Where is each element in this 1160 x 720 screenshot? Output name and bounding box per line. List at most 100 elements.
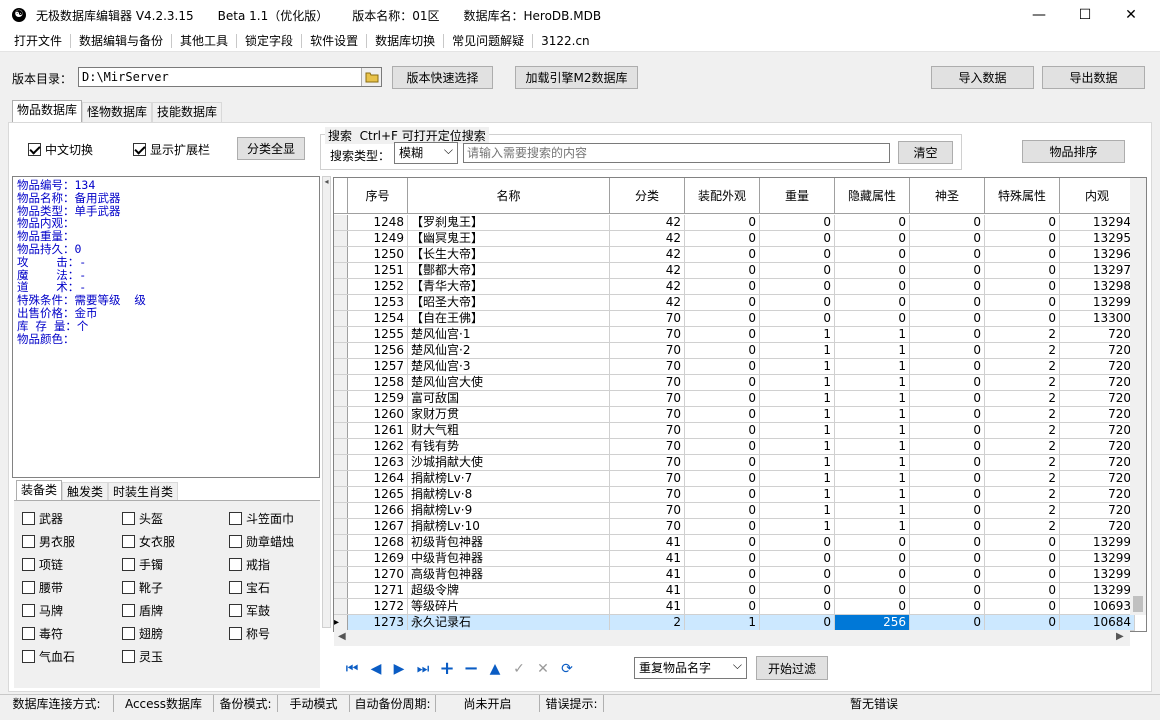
row-indicator[interactable] [334, 503, 348, 518]
scroll-right-icon[interactable]: ▶ [1116, 631, 1124, 642]
table-row[interactable]: 1253 【昭圣大帝】 42 0 0 0 0 0 13299 [334, 295, 1135, 311]
table-cell[interactable]: 42 [610, 231, 685, 246]
table-cell[interactable]: 捐献榜Lv·9 [408, 503, 610, 518]
row-indicator[interactable] [334, 343, 348, 358]
table-cell[interactable]: 70 [610, 519, 685, 534]
table-row[interactable]: 1254 【自在王佛】 70 0 0 0 0 0 13300 [334, 311, 1135, 327]
table-cell[interactable]: 【青华大帝】 [408, 279, 610, 294]
table-cell[interactable]: 13299 [1060, 295, 1135, 310]
table-cell[interactable]: 0 [835, 599, 910, 614]
table-cell[interactable]: 0 [685, 263, 760, 278]
tab-skills[interactable]: 技能数据库 [152, 102, 223, 122]
table-cell[interactable]: 1268 [348, 535, 408, 550]
tab-equipment[interactable]: 装备类 [16, 480, 63, 502]
table-cell[interactable]: 捐献榜Lv·8 [408, 487, 610, 502]
col-header-hidden-attr[interactable]: 隐藏属性 [835, 178, 910, 213]
col-header-special-attr[interactable]: 特殊属性 [985, 178, 1060, 213]
table-row[interactable]: 1262 有钱有势 70 0 1 1 0 2 720 [334, 439, 1135, 455]
next-record-icon[interactable]: ▶ [390, 660, 408, 678]
clear-button[interactable]: 清空 [898, 141, 953, 164]
table-cell[interactable]: 0 [985, 535, 1060, 550]
table-cell[interactable]: 13299 [1060, 583, 1135, 598]
table-cell[interactable]: 0 [910, 327, 985, 342]
table-cell[interactable]: 高级背包神器 [408, 567, 610, 582]
table-cell[interactable]: 0 [835, 567, 910, 582]
table-cell[interactable]: 0 [835, 583, 910, 598]
category-checkbox[interactable]: 靴子 [122, 579, 163, 596]
cancel-edit-icon[interactable]: ✕ [534, 660, 552, 678]
table-cell[interactable]: 70 [610, 407, 685, 422]
table-cell[interactable]: 0 [985, 567, 1060, 582]
table-cell[interactable]: 沙城捐献大使 [408, 455, 610, 470]
table-row[interactable]: 1249 【幽冥鬼王】 42 0 0 0 0 0 13295 [334, 231, 1135, 247]
table-row[interactable]: ▸ 1273 永久记录石 2 1 0 256 0 0 10684 [334, 615, 1135, 631]
last-record-icon[interactable]: ⏭ [414, 660, 432, 678]
table-cell[interactable]: 41 [610, 567, 685, 582]
table-cell[interactable]: 0 [910, 487, 985, 502]
row-indicator[interactable] [334, 375, 348, 390]
category-checkbox[interactable]: 武器 [22, 510, 63, 527]
table-cell[interactable]: 0 [985, 231, 1060, 246]
table-cell[interactable]: 0 [910, 535, 985, 550]
table-cell[interactable]: 720 [1060, 455, 1135, 470]
table-cell[interactable]: 0 [685, 311, 760, 326]
maximize-button[interactable]: ☐ [1062, 0, 1108, 30]
table-cell[interactable]: 0 [910, 599, 985, 614]
category-checkbox[interactable]: 翅膀 [122, 625, 163, 642]
table-cell[interactable]: 41 [610, 583, 685, 598]
row-indicator[interactable] [334, 599, 348, 614]
table-cell[interactable]: 720 [1060, 327, 1135, 342]
table-row[interactable]: 1257 楚风仙宫·3 70 0 1 1 0 2 720 [334, 359, 1135, 375]
table-row[interactable]: 1256 楚风仙宫·2 70 0 1 1 0 2 720 [334, 343, 1135, 359]
table-cell[interactable]: 1267 [348, 519, 408, 534]
table-cell[interactable]: 2 [985, 439, 1060, 454]
table-cell[interactable]: 42 [610, 215, 685, 230]
category-checkbox[interactable]: 毒符 [22, 625, 63, 642]
category-checkbox[interactable]: 灵玉 [122, 648, 163, 665]
table-cell[interactable]: 【幽冥鬼王】 [408, 231, 610, 246]
table-cell[interactable]: 1 [835, 375, 910, 390]
row-indicator[interactable] [334, 311, 348, 326]
table-cell[interactable]: 1262 [348, 439, 408, 454]
table-cell[interactable]: 0 [910, 551, 985, 566]
table-cell[interactable]: 1 [760, 327, 835, 342]
table-cell[interactable]: 1270 [348, 567, 408, 582]
table-cell[interactable]: 1 [760, 471, 835, 486]
table-cell[interactable]: 0 [685, 583, 760, 598]
table-cell[interactable]: 70 [610, 359, 685, 374]
table-cell[interactable]: 0 [685, 231, 760, 246]
splitter-scrollbar[interactable]: ◂ [322, 176, 331, 628]
menu-database-switch[interactable]: 数据库切换 [367, 30, 443, 52]
table-cell[interactable]: 1264 [348, 471, 408, 486]
table-cell[interactable]: 13300 [1060, 311, 1135, 326]
table-cell[interactable]: 2 [985, 343, 1060, 358]
table-cell[interactable]: 13299 [1060, 567, 1135, 582]
category-checkbox[interactable]: 男衣服 [22, 533, 75, 550]
table-cell[interactable]: 1257 [348, 359, 408, 374]
table-cell[interactable]: 0 [910, 375, 985, 390]
table-cell[interactable]: 720 [1060, 439, 1135, 454]
menu-lock-fields[interactable]: 锁定字段 [237, 30, 301, 52]
table-cell[interactable]: 0 [910, 391, 985, 406]
table-cell[interactable]: 0 [985, 279, 1060, 294]
table-cell[interactable]: 2 [985, 487, 1060, 502]
row-indicator[interactable] [334, 583, 348, 598]
table-cell[interactable]: 【罗刹鬼王】 [408, 215, 610, 230]
post-edit-icon[interactable]: ✓ [510, 660, 528, 678]
category-checkbox[interactable]: 勋章蜡烛 [229, 533, 294, 550]
menu-settings[interactable]: 软件设置 [302, 30, 366, 52]
search-type-select[interactable]: 模糊 [394, 140, 458, 164]
table-row[interactable]: 1271 超级令牌 41 0 0 0 0 0 13299 [334, 583, 1135, 599]
category-checkbox[interactable]: 马牌 [22, 602, 63, 619]
table-cell[interactable]: 财大气粗 [408, 423, 610, 438]
first-record-icon[interactable]: ⏮ [343, 660, 361, 678]
table-cell[interactable]: 1 [760, 375, 835, 390]
table-cell[interactable]: 0 [835, 551, 910, 566]
table-cell[interactable]: 0 [985, 583, 1060, 598]
table-cell[interactable]: 0 [685, 247, 760, 262]
table-cell[interactable]: 1 [760, 455, 835, 470]
table-cell[interactable]: 13299 [1060, 551, 1135, 566]
table-cell[interactable]: 0 [910, 615, 985, 630]
table-cell[interactable]: 256 [835, 615, 910, 630]
row-indicator[interactable] [334, 215, 348, 230]
